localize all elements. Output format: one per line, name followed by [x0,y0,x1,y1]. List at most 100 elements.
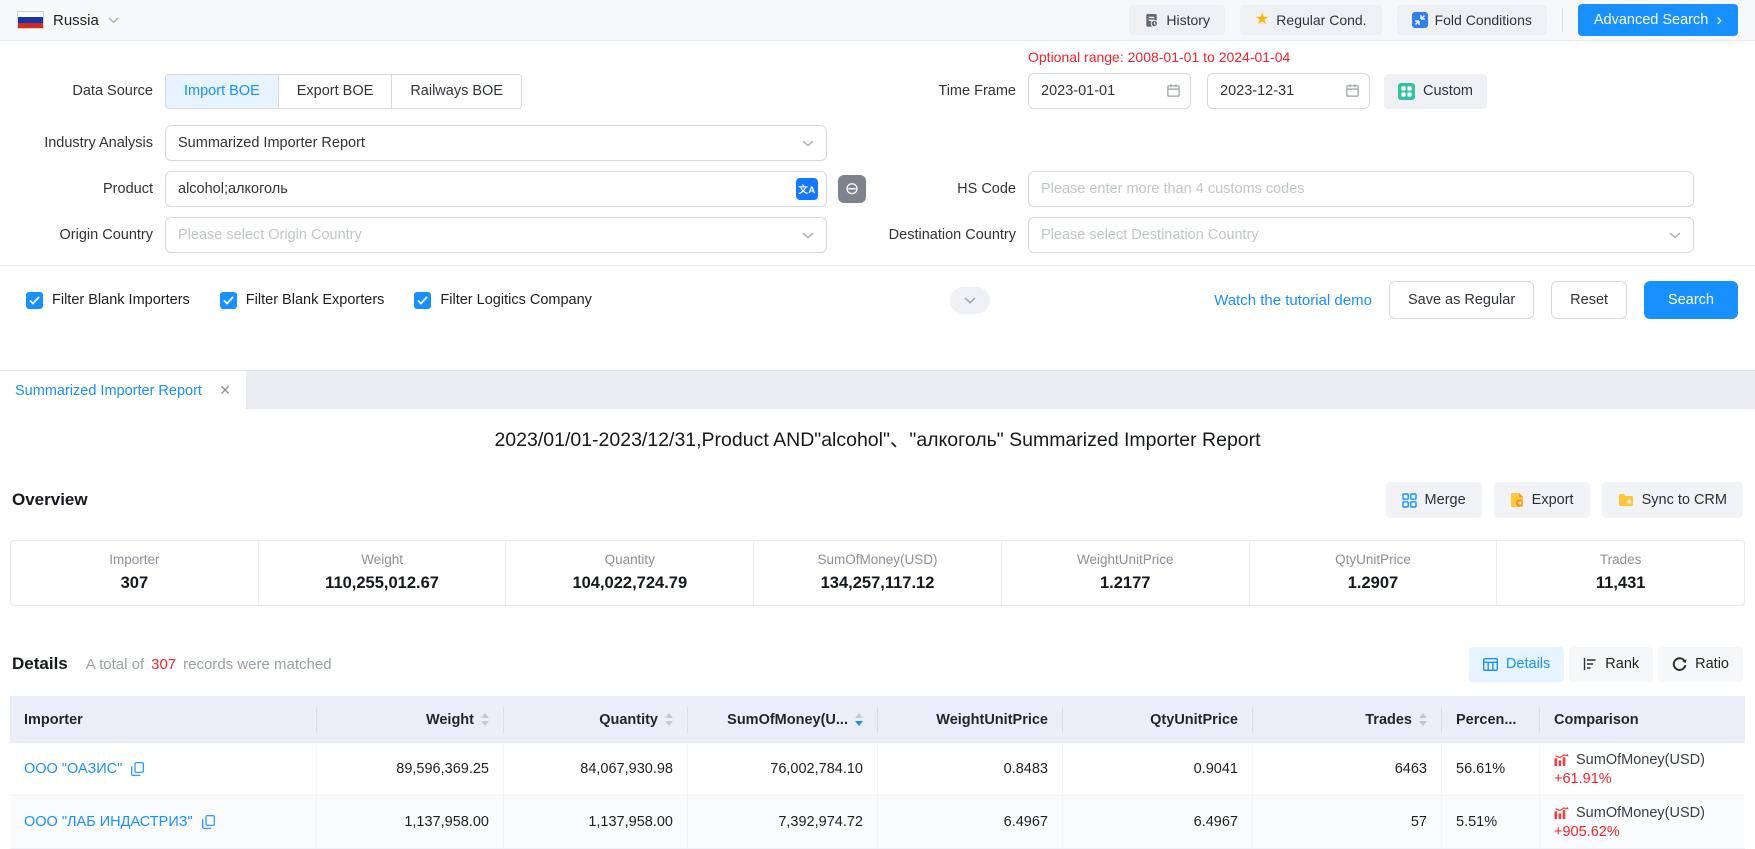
origin-country-select[interactable]: Please select Origin Country [165,217,827,253]
custom-range-button[interactable]: Custom [1384,74,1487,109]
importer-cell[interactable]: ООО "ЛАБ ИНДАСТРИЗ" [10,796,317,848]
sort-icon[interactable] [665,713,673,726]
chevron-down-icon [1669,232,1681,239]
tutorial-link[interactable]: Watch the tutorial demo [1214,292,1372,309]
collapse-form-button[interactable] [950,287,990,314]
sort-icon[interactable] [1419,713,1427,726]
checkbox-checked-icon [220,292,237,309]
stat-label: WeightUnitPrice [1002,552,1249,567]
time-frame-label: Time Frame [839,83,1028,99]
row-data-source: Data Source Import BOE Export BOE Railwa… [0,73,1755,109]
stat-value: 110,255,012.67 [259,574,506,593]
col-qty-unit-price[interactable]: QtyUnitPrice [1063,707,1253,733]
view-details-button[interactable]: Details [1469,647,1564,682]
table-header-row: Importer Weight Quantity SumOfMoney(U...… [10,696,1745,743]
filter-blank-exporters-checkbox[interactable]: Filter Blank Exporters [220,292,385,309]
save-as-regular-button[interactable]: Save as Regular [1389,281,1534,319]
hs-code-group: HS Code [839,171,1706,207]
merge-button[interactable]: Merge [1386,482,1482,518]
col-percent[interactable]: Percen... [1442,707,1540,733]
weight-cell: 89,596,369.25 [317,743,504,795]
row-product: Product 文A ⊖ HS Code [0,171,1755,207]
industry-select[interactable]: Summarized Importer Report [165,125,827,161]
sort-icon-active-desc[interactable] [855,713,863,726]
weight-unit-price-cell: 0.8483 [878,743,1063,795]
tab-import-boe[interactable]: Import BOE [166,75,278,108]
col-comparison[interactable]: Comparison [1540,707,1745,733]
destination-country-label: Destination Country [839,227,1028,243]
checkbox-label: Filter Blank Exporters [246,292,385,308]
qty-unit-price-cell: 6.4967 [1063,796,1253,848]
advanced-search-button[interactable]: Advanced Search › [1578,4,1738,36]
match-summary: A total of307records were matched [86,656,332,673]
comparison-metric: SumOfMoney(USD) [1576,752,1705,768]
merge-label: Merge [1425,492,1466,508]
regular-cond-button[interactable]: ★ Regular Cond. [1240,5,1382,35]
filter-logitics-company-checkbox[interactable]: Filter Logitics Company [414,292,592,309]
view-rank-label: Rank [1605,656,1639,672]
product-input-wrap: 文A [165,171,827,207]
view-details-label: Details [1506,656,1550,672]
importer-cell[interactable]: ООО "ОАЗИС" [10,743,317,795]
tab-summarized-importer-report[interactable]: Summarized Importer Report ✕ [0,371,246,410]
col-weight[interactable]: Weight [317,707,504,733]
col-weight-unit-price[interactable]: WeightUnitPrice [878,707,1063,733]
close-icon[interactable]: ✕ [219,382,231,399]
stat-sum-of-money: SumOfMoney(USD) 134,257,117.12 [754,541,1002,605]
calendar-icon[interactable] [1345,83,1360,98]
calendar-icon[interactable] [1166,83,1181,98]
history-button[interactable]: History [1129,5,1225,35]
search-button[interactable]: Search [1644,281,1738,319]
fold-conditions-button[interactable]: Fold Conditions [1397,5,1547,35]
date-to-wrap [1207,73,1370,109]
history-icon [1144,13,1159,28]
tab-railways-boe[interactable]: Railways BOE [391,75,521,108]
importer-name[interactable]: ООО "ОАЗИС" [24,761,122,777]
industry-label: Industry Analysis [0,135,165,151]
translate-icon[interactable]: 文A [796,178,818,200]
view-rank-button[interactable]: Rank [1569,647,1653,682]
custom-label: Custom [1423,83,1473,99]
destination-country-select[interactable]: Please select Destination Country [1028,217,1694,253]
tab-export-boe[interactable]: Export BOE [278,75,392,108]
chevron-down-icon [802,140,814,147]
comparison-change: +61.91% [1554,771,1612,787]
sort-icon[interactable] [481,713,489,726]
view-switcher: Details Rank Ratio [1469,647,1743,682]
quantity-cell: 84,067,930.98 [504,743,688,795]
report-title: 2023/01/01-2023/12/31,Product AND"alcoho… [0,423,1755,452]
product-input[interactable] [165,171,827,207]
col-trades[interactable]: Trades [1253,707,1442,733]
overview-header: Overview Merge Export Sync to CRM [12,482,1743,518]
hs-code-input[interactable] [1028,171,1694,207]
col-importer[interactable]: Importer [10,707,317,733]
qty-unit-price-cell: 0.9041 [1063,743,1253,795]
export-button[interactable]: Export [1494,482,1590,518]
country-selector[interactable]: Russia [17,11,119,29]
table-row: ООО "ЛАБ ИНДАСТРИЗ" 1,137,958.00 1,137,9… [10,796,1745,849]
copy-icon[interactable] [131,762,144,776]
stat-qty-unit-price: QtyUnitPrice 1.2907 [1250,541,1498,605]
reset-button[interactable]: Reset [1551,281,1627,319]
weight-cell: 1,137,958.00 [317,796,504,848]
tab-title: Summarized Importer Report [15,383,202,399]
stat-label: Importer [11,552,258,567]
importer-name[interactable]: ООО "ЛАБ ИНДАСТРИЗ" [24,814,193,830]
copy-icon[interactable] [202,815,215,829]
view-ratio-button[interactable]: Ratio [1658,647,1743,682]
stat-label: SumOfMoney(USD) [754,552,1001,567]
col-sum-of-money[interactable]: SumOfMoney(U... [688,707,878,733]
stat-label: Trades [1497,552,1744,567]
sync-to-crm-button[interactable]: Sync to CRM [1602,482,1743,518]
comparison-cell: SumOfMoney(USD) +61.91% [1540,743,1745,795]
row-industry: Industry Analysis Summarized Importer Re… [0,125,1755,161]
comparison-cell: SumOfMoney(USD) +905.62% [1540,796,1745,848]
trades-cell: 57 [1253,796,1442,848]
col-quantity[interactable]: Quantity [504,707,688,733]
match-count: 307 [151,656,176,673]
checkbox-label: Filter Blank Importers [52,292,190,308]
destination-placeholder: Please select Destination Country [1041,227,1259,243]
filter-blank-importers-checkbox[interactable]: Filter Blank Importers [26,292,190,309]
data-source-label: Data Source [0,83,165,99]
stat-label: QtyUnitPrice [1250,552,1497,567]
